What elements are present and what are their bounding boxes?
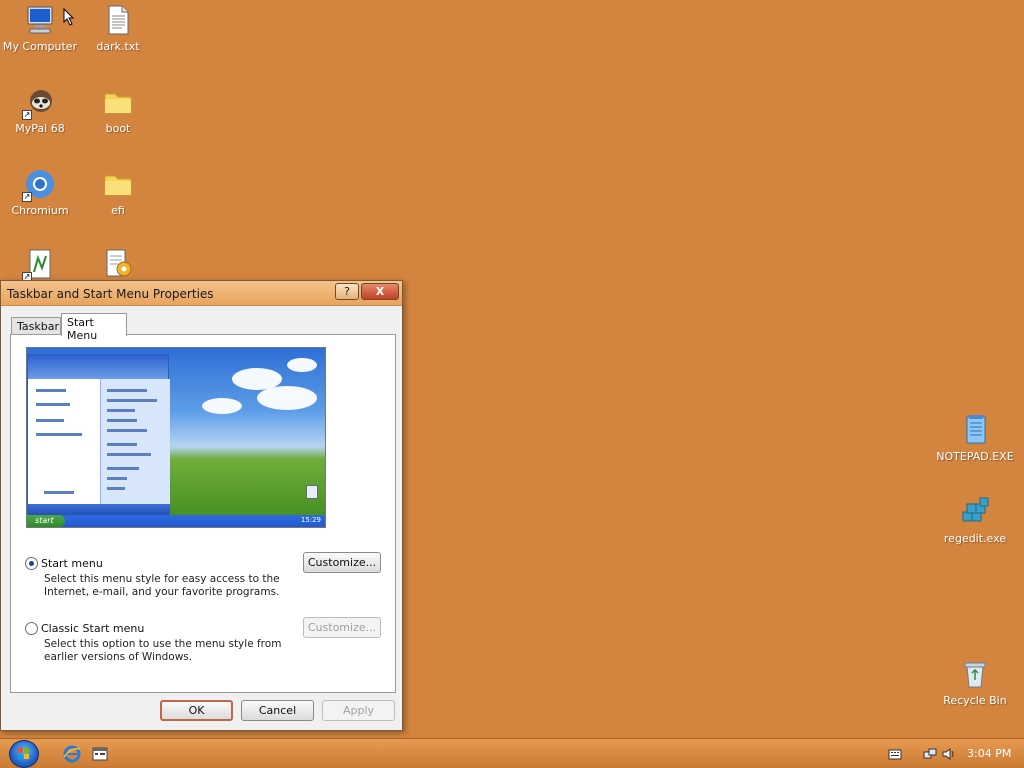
start-menu-description: Select this menu style for easy access t… (44, 573, 280, 598)
customize-classic-menu-button[interactable]: Customize... (303, 617, 381, 638)
desktop-icon-label: My Computer (2, 40, 78, 53)
volume-icon[interactable] (941, 747, 955, 761)
close-button[interactable]: X (361, 283, 399, 300)
shortcut-arrow-icon: ↗ (22, 192, 32, 202)
desktop-icon-partial-2[interactable] (78, 248, 158, 284)
folder-icon (102, 168, 134, 200)
desktop-icon-regedit[interactable]: regedit.exe (935, 496, 1015, 545)
cancel-button[interactable]: Cancel (241, 700, 314, 721)
chromium-icon: ↗ (22, 168, 56, 202)
settings-file-icon (102, 248, 134, 280)
show-desktop-icon[interactable] (91, 745, 109, 763)
folder-icon (102, 86, 134, 118)
taskbar-start-menu-properties-dialog: Taskbar and Start Menu Properties ? X Ta… (0, 280, 403, 731)
mouse-cursor-icon (63, 7, 75, 29)
customize-start-menu-button[interactable]: Customize... (303, 552, 381, 573)
tab-taskbar[interactable]: Taskbar (11, 317, 61, 335)
desktop-icon-label: regedit.exe (943, 532, 1007, 545)
classic-start-menu-radio[interactable] (25, 622, 38, 635)
desktop-icon-label: MyPal 68 (15, 122, 65, 135)
desktop-icon-dark-txt[interactable]: dark.txt (78, 4, 158, 53)
desktop-icon-notepad[interactable]: NOTEPAD.EXE (935, 414, 1015, 463)
tab-start-menu[interactable]: Start Menu (61, 313, 127, 342)
desktop-icon-chromium[interactable]: ↗ Chromium (0, 168, 80, 217)
desktop-icon-boot[interactable]: boot (78, 86, 158, 135)
desktop-icon-label: NOTEPAD.EXE (936, 450, 1014, 463)
windows-logo-icon (18, 748, 29, 759)
recycle-bin-icon (959, 658, 991, 690)
preview-start-button: start (27, 515, 65, 527)
preview-clock: 15:29 (300, 516, 321, 524)
preview-start-menu (27, 354, 170, 515)
desktop-icon-label: boot (105, 122, 131, 135)
start-menu-tab-panel: start 15:29 Start menu Select this menu … (10, 334, 396, 693)
start-menu-preview: start 15:29 (26, 347, 326, 528)
desktop-icon-label: Chromium (11, 204, 69, 217)
preview-taskbar: start 15:29 (27, 515, 325, 527)
text-file-icon (102, 4, 134, 36)
computer-icon (24, 4, 56, 36)
desktop-icon-efi[interactable]: efi (78, 168, 158, 217)
help-button[interactable]: ? (335, 283, 359, 300)
mypal-icon: ↗ (22, 86, 56, 120)
dialog-title: Taskbar and Start Menu Properties (7, 287, 214, 301)
ok-button[interactable]: OK (160, 700, 233, 721)
classic-start-menu-description: Select this option to use the menu style… (44, 638, 282, 663)
desktop-icon-label: Recycle Bin (943, 694, 1007, 707)
ie-icon[interactable] (63, 745, 81, 763)
taskbar-clock[interactable]: 3:04 PM (967, 747, 1011, 760)
network-icon[interactable] (923, 747, 937, 761)
dialog-title-bar[interactable]: Taskbar and Start Menu Properties ? X (1, 281, 402, 306)
apply-button[interactable]: Apply (322, 700, 395, 721)
notepad-icon (959, 414, 991, 446)
desktop-icon-recycle-bin[interactable]: Recycle Bin (935, 658, 1015, 707)
keyboard-icon[interactable] (888, 747, 902, 761)
start-button[interactable] (9, 740, 39, 768)
preview-recycle-bin-icon (306, 485, 318, 499)
shortcut-arrow-icon: ↗ (22, 110, 32, 120)
regedit-icon (959, 496, 991, 528)
taskbar: 3:04 PM (0, 738, 1024, 768)
start-menu-radio[interactable] (25, 557, 38, 570)
start-menu-radio-label[interactable]: Start menu (41, 557, 103, 570)
classic-start-menu-radio-label[interactable]: Classic Start menu (41, 622, 144, 635)
installer-icon: ↗ (22, 248, 56, 282)
desktop-icon-label: efi (111, 204, 125, 217)
desktop-icon-label: dark.txt (96, 40, 140, 53)
desktop-icon-mypal[interactable]: ↗ MyPal 68 (0, 86, 80, 135)
desktop-icon-partial-1[interactable]: ↗ (0, 248, 80, 284)
